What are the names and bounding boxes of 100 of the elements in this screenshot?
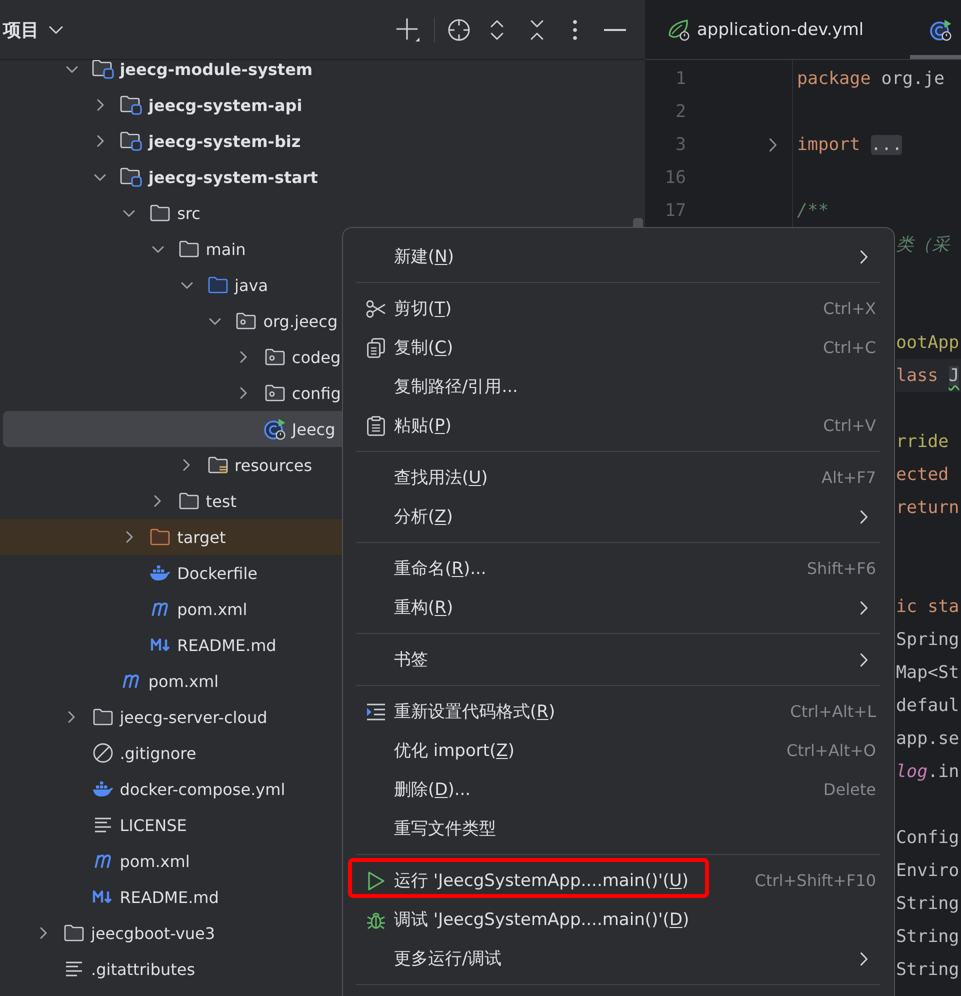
expand-icon[interactable] [490, 18, 504, 40]
menu-item[interactable]: 运行 'JeecgSystemApp....main()'(U) Ctrl+Shift+F10 [351, 861, 886, 900]
code-line: rride [896, 432, 949, 452]
menu-item[interactable]: 更多运行/调试 [351, 939, 886, 978]
chevron-right-icon[interactable] [860, 600, 868, 614]
more-icon[interactable] [573, 20, 577, 40]
chevron-icon[interactable] [180, 282, 192, 288]
chevron-icon[interactable] [240, 387, 248, 399]
chevron-icon[interactable] [40, 927, 46, 939]
m-letter-icon [94, 854, 112, 868]
menu-item[interactable]: 删除(D)... Delete [351, 770, 886, 809]
shortcut-text: Ctrl+X [823, 299, 876, 318]
menu-item[interactable]: 复制路径/引用... [351, 367, 886, 406]
tree-item[interactable]: pom.xml [0, 591, 342, 627]
menu-item[interactable]: 复制(C) Ctrl+C [351, 328, 886, 367]
tree-item[interactable]: java [0, 267, 342, 303]
tree-item[interactable]: README.md [0, 879, 342, 915]
plus-icon[interactable] [396, 18, 420, 42]
chevron-right-icon[interactable] [860, 510, 868, 524]
markdown-icon [150, 638, 171, 652]
panel-title[interactable]: 项目 [3, 18, 39, 42]
tree-item[interactable]: .gitignore [0, 735, 342, 771]
tree-item[interactable]: org.jeecg [0, 303, 342, 339]
m-letter-icon [151, 602, 170, 616]
tree-item[interactable]: jeecg-system-start [0, 159, 342, 195]
code-line: Spring [896, 630, 960, 650]
chevron-icon[interactable] [209, 318, 222, 324]
chevron-right-icon[interactable] [860, 250, 868, 264]
tree-item[interactable]: jeecg-system-biz [0, 123, 342, 159]
chevron-icon[interactable] [66, 66, 78, 72]
menu-item[interactable]: 重构(R) [351, 588, 886, 627]
line-number: 3 [674, 134, 686, 154]
prohibited-icon [92, 743, 113, 763]
excluded-folder-icon [150, 528, 170, 546]
chevron-icon[interactable] [94, 174, 106, 180]
tree-item[interactable]: src [0, 195, 342, 231]
chevron-icon[interactable] [183, 459, 190, 471]
menu-item[interactable]: 调试 'JeecgSystemApp....main()'(D) [351, 900, 886, 939]
menu-item[interactable]: 优化 import(Z) Ctrl+Alt+O [351, 731, 886, 770]
menu-item[interactable]: 剪切(T) Ctrl+X [351, 289, 886, 328]
tree-item[interactable]: jeecg-server-cloud [0, 699, 342, 735]
chevron-right-icon[interactable] [860, 652, 868, 666]
tree-item[interactable]: target [0, 519, 342, 555]
menu-item[interactable]: 新建(N) [351, 237, 886, 276]
tree-item[interactable]: pom.xml [0, 843, 342, 879]
shortcut-text: Shift+F6 [806, 559, 876, 578]
tree-item[interactable]: jeecgboot-vue3 [0, 915, 342, 951]
chevron-icon[interactable] [240, 351, 248, 363]
fold-chevron-icon[interactable] [769, 138, 777, 152]
folder-icon [150, 204, 170, 222]
menu-item[interactable]: 查找用法(U) Alt+F7 [351, 458, 886, 497]
tree-item[interactable]: jeecg-system-api [0, 87, 342, 123]
chevron-icon[interactable] [96, 135, 104, 147]
tree-item[interactable]: codeg [0, 339, 342, 375]
scrollbar-thumb[interactable] [633, 218, 643, 227]
chevron-down-icon[interactable] [49, 26, 63, 34]
menu-item[interactable]: 重写文件类型 [351, 809, 886, 848]
tree-item[interactable]: resources [0, 447, 342, 483]
m-letter-icon [122, 674, 140, 688]
chevron-right-icon[interactable] [860, 952, 868, 966]
crosshair-icon[interactable] [448, 18, 470, 40]
tree-item[interactable]: main [0, 231, 342, 267]
code-line: return [896, 498, 960, 518]
tree-item[interactable]: jeecg-module-system [0, 60, 342, 87]
code-line: lass J [896, 366, 960, 386]
tree-item[interactable]: config [0, 375, 342, 411]
menu-item[interactable]: 分析(Z) [351, 497, 886, 536]
chevron-icon[interactable] [123, 210, 136, 216]
module-folder-icon [120, 95, 142, 115]
collapse-icon[interactable] [530, 18, 544, 40]
tree-item[interactable]: docker-compose.yml [0, 771, 342, 807]
tree-item[interactable]: Jeecg [3, 411, 342, 447]
menu-item[interactable]: 重命名(R)... Shift+F6 [351, 549, 886, 588]
minimize-icon[interactable] [604, 28, 626, 30]
shortcut-text: Ctrl+Shift+F10 [754, 871, 876, 890]
menu-item[interactable]: 粘贴(P) Ctrl+V [351, 406, 886, 445]
tree-item[interactable]: LICENSE [0, 807, 342, 843]
leaf-icon [668, 18, 690, 40]
code-line: Map<St [896, 662, 960, 682]
code-line: ootApp [896, 332, 960, 352]
chevron-icon[interactable] [152, 246, 164, 252]
play-icon [367, 870, 385, 890]
menu-item[interactable]: 书签 [351, 640, 886, 679]
code-line: import ... [797, 134, 902, 154]
class-icon [930, 18, 952, 40]
code-line: Enviro [896, 860, 960, 880]
editor-tab[interactable]: application-dev.yml [645, 0, 910, 59]
chevron-icon[interactable] [154, 495, 162, 507]
whale-icon [149, 564, 172, 582]
chevron-icon[interactable] [96, 99, 104, 111]
tree-item[interactable]: pom.xml [0, 663, 342, 699]
folder-icon [92, 708, 113, 726]
chevron-icon[interactable] [68, 711, 76, 723]
package-folder-icon [236, 312, 256, 330]
tree-item[interactable]: .gitattributes [0, 951, 342, 987]
chevron-icon[interactable] [126, 531, 133, 543]
tree-item[interactable]: test [0, 483, 342, 519]
tree-item[interactable]: README.md [0, 627, 342, 663]
tree-item[interactable]: Dockerfile [0, 555, 342, 591]
menu-item[interactable]: 重新设置代码格式(R) Ctrl+Alt+L [351, 692, 886, 731]
